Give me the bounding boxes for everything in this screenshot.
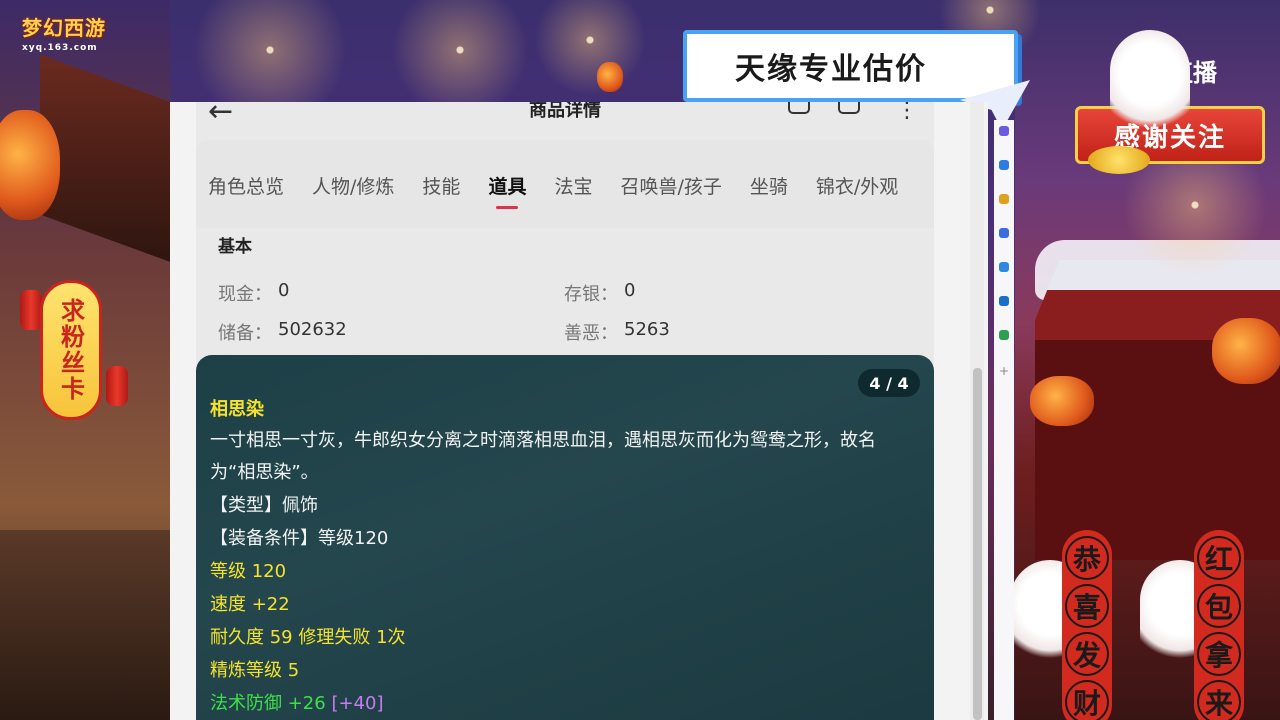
item-durability: 耐久度 59 修理失败 1次 (210, 627, 406, 648)
firework-decoration (520, 0, 660, 100)
favorite-icon[interactable] (838, 102, 860, 114)
field-karma: 善恶： 5263 (564, 319, 910, 345)
browser-side-toolbar: + (994, 120, 1014, 720)
field-label: 善恶： (564, 322, 618, 344)
basic-info-section: 基本 现金： 0 存银： 0 储备： 502632 善恶： 5263 (218, 232, 918, 351)
scroll-char: 来 (1197, 680, 1241, 720)
tab-outfits[interactable]: 锦衣/外观 (816, 172, 898, 199)
lantern-decoration (0, 110, 60, 220)
tab-treasure[interactable]: 法宝 (554, 172, 592, 199)
greeting-scroll-right: 红 包 拿 来 (1194, 530, 1244, 720)
logo-text: 梦幻西游 (22, 16, 106, 40)
red-lantern-icon (20, 290, 42, 330)
ground-decoration (0, 530, 170, 720)
share-icon[interactable] (788, 102, 810, 114)
item-refine: 精炼等级 5 (210, 660, 300, 681)
magic-defense-label: 法术防御 +26 (210, 693, 326, 714)
eave-decoration (40, 54, 180, 266)
sidebar-app-icon[interactable] (999, 330, 1009, 340)
greeting-scroll-left: 恭 喜 发 财 (1062, 530, 1112, 720)
field-deposit: 存银： 0 (564, 280, 910, 306)
item-description: 一寸相思一寸灰，牛郎织女分离之时滴落相思血泪，遇相思灰而化为鸳鸯之形，故名为“相… (210, 430, 876, 483)
logo-subtext: xyq.163.com (22, 43, 98, 53)
field-cash: 现金： 0 (218, 280, 564, 306)
item-name: 相思染 (210, 399, 264, 420)
item-magic-defense: 法术防御 +26 [+40] (210, 687, 920, 720)
field-value: 0 (278, 279, 290, 301)
tab-pets[interactable]: 召唤兽/孩子 (620, 172, 721, 199)
scroll-thumb[interactable] (973, 368, 982, 720)
back-arrow-icon[interactable]: ← (208, 102, 233, 129)
title-banner: 天缘专业估价 (683, 30, 1018, 102)
page-title: 商品详情 (529, 102, 601, 121)
tab-skills[interactable]: 技能 (422, 172, 460, 199)
item-type: 【类型】佩饰 (210, 495, 318, 516)
lantern-decoration (1030, 376, 1094, 426)
item-condition: 【装备条件】等级120 (210, 528, 389, 549)
item-speed: 速度 +22 (210, 594, 290, 615)
field-value: 0 (624, 279, 636, 301)
sidebar-app-icon[interactable] (999, 126, 1009, 136)
scroll-char: 喜 (1065, 584, 1109, 628)
lantern-decoration (597, 62, 623, 92)
page-counter: 4 / 4 (858, 369, 920, 397)
add-icon[interactable]: + (999, 364, 1009, 378)
gold-coins-icon (1088, 146, 1150, 174)
sidebar-app-icon[interactable] (999, 194, 1009, 204)
field-label: 储备： (218, 322, 272, 344)
banner-text: 天缘专业估价 (735, 52, 927, 87)
sidebar-app-icon[interactable] (999, 228, 1009, 238)
sidebar-app-icon[interactable] (999, 160, 1009, 170)
top-bar: ← 商品详情 ⋮ (196, 102, 934, 136)
tab-bar: 角色总览 人物/修炼 技能 道具 法宝 召唤兽/孩子 坐骑 锦衣/外观 (208, 172, 926, 199)
sidebar-app-icon[interactable] (999, 296, 1009, 306)
scroll-char: 恭 (1065, 536, 1109, 580)
field-value: 5263 (624, 318, 670, 340)
scroll-char: 拿 (1197, 632, 1241, 676)
field-value: 502632 (278, 318, 347, 340)
scroll-char: 财 (1065, 680, 1109, 720)
tab-overview[interactable]: 角色总览 (208, 172, 284, 199)
game-logo: 梦幻西游 xyq.163.com (22, 12, 140, 60)
tab-mounts[interactable]: 坐骑 (750, 172, 788, 199)
app-window: ← 商品详情 ⋮ 角色总览 人物/修炼 技能 道具 法宝 召唤兽/孩子 坐骑 锦… (170, 102, 988, 720)
field-reserve: 储备： 502632 (218, 319, 564, 345)
section-title: 基本 (218, 237, 252, 257)
more-menu-icon[interactable]: ⋮ (896, 102, 918, 123)
scroll-char: 发 (1065, 632, 1109, 676)
sidebar-app-icon[interactable] (999, 262, 1009, 272)
red-lantern-icon (106, 366, 128, 406)
info-row: 现金： 0 存银： 0 (218, 273, 918, 312)
field-label: 现金： (218, 283, 272, 305)
scroll-char: 包 (1197, 584, 1241, 628)
item-tooltip: 4 / 4 相思染 一寸相思一寸灰，牛郎织女分离之时滴落相思血泪，遇相思灰而化为… (196, 355, 934, 720)
scroll-char: 红 (1197, 536, 1241, 580)
magic-defense-bonus: [+40] (331, 693, 384, 714)
tab-items[interactable]: 道具 (488, 172, 526, 199)
fans-badge: 求粉丝卡 (40, 280, 102, 420)
scrollbar[interactable] (970, 102, 984, 720)
bunny-icon (1110, 30, 1190, 140)
info-row: 储备： 502632 善恶： 5263 (218, 312, 918, 351)
item-level: 等级 120 (210, 561, 287, 582)
lantern-decoration (1212, 318, 1280, 384)
tab-character[interactable]: 人物/修炼 (312, 172, 394, 199)
field-label: 存银： (564, 283, 618, 305)
